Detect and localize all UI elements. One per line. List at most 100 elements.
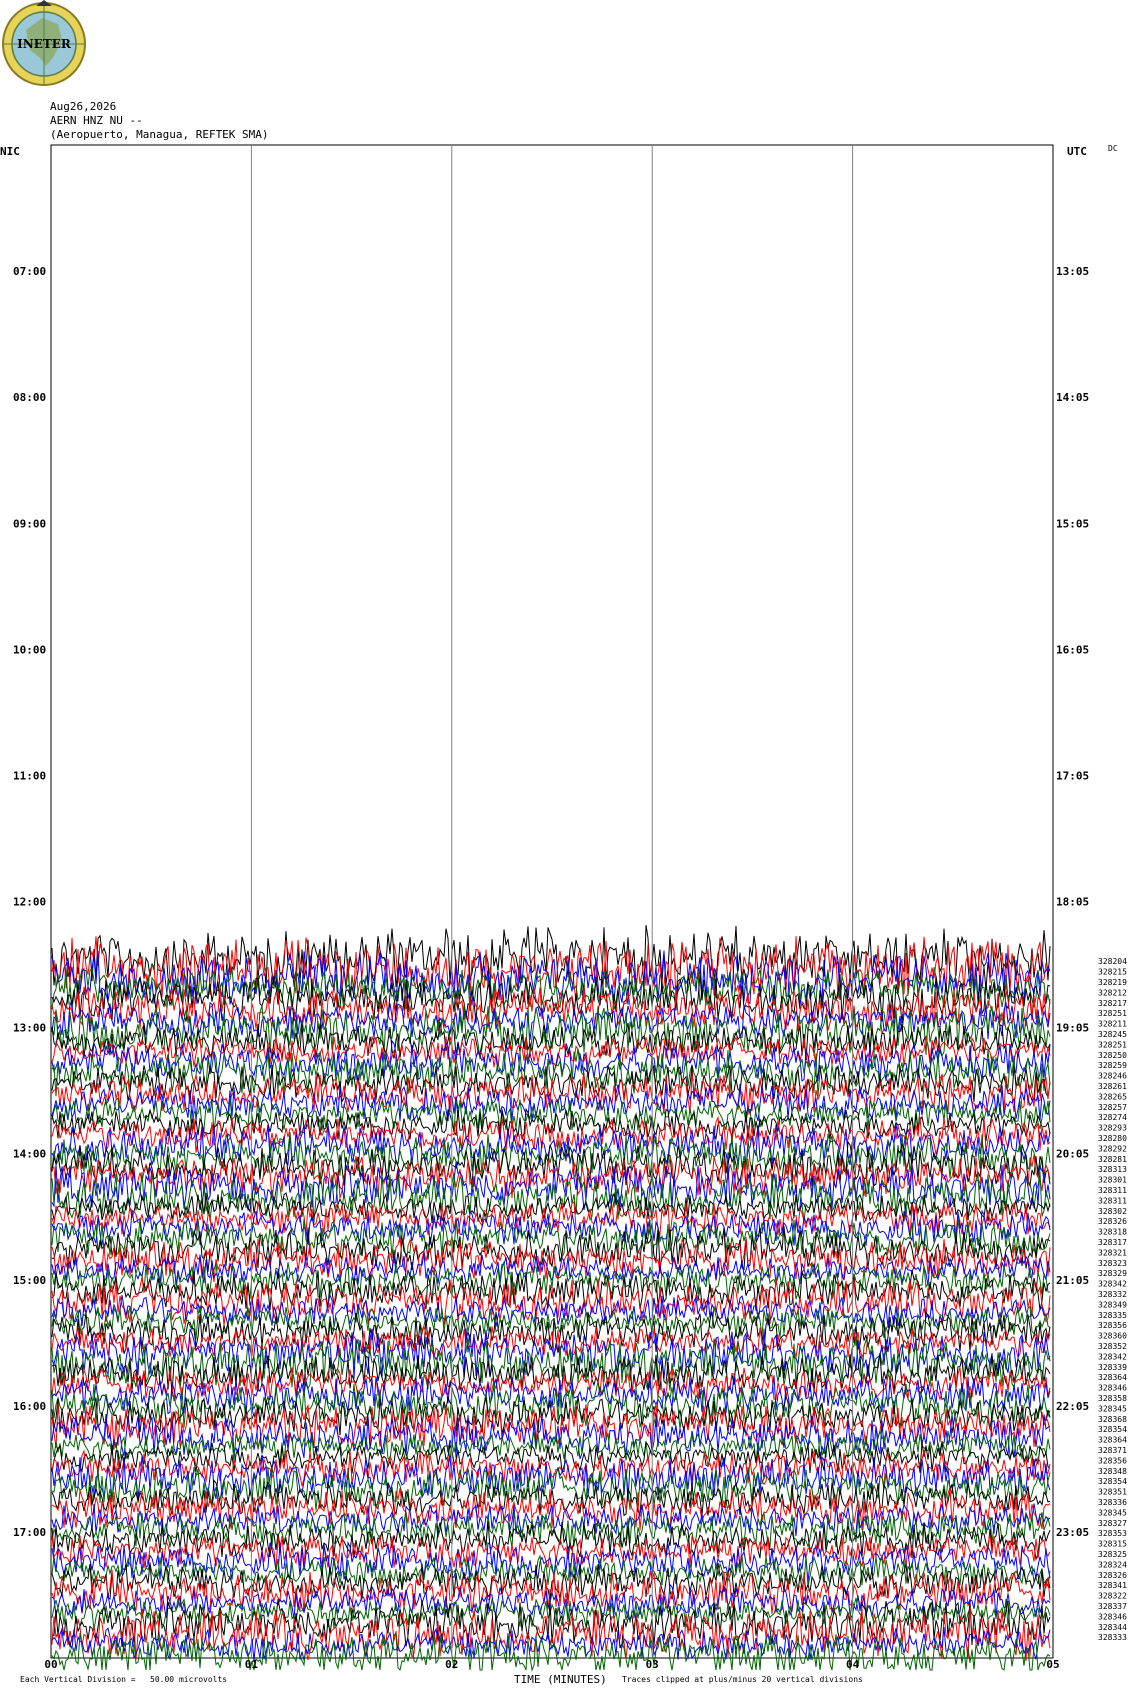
- dc-offset-label: 328251: [1098, 1040, 1127, 1049]
- dc-offset-label: 328345: [1098, 1404, 1127, 1413]
- dc-offset-label: 328322: [1098, 1592, 1127, 1601]
- seismic-traces: [51, 925, 1051, 1672]
- left-hour-label: 12:00: [13, 896, 46, 909]
- dc-offset-label: 328325: [1098, 1550, 1127, 1559]
- right-hour-label: 22:05: [1056, 1400, 1089, 1413]
- dc-offset-label: 328251: [1098, 1009, 1127, 1018]
- x-tick-label: 00: [44, 1658, 57, 1671]
- clip-note: Traces clipped at plus/minus 20 vertical…: [622, 1675, 863, 1684]
- dc-offset-label: 328219: [1098, 978, 1127, 987]
- left-hour-label: 14:00: [13, 1148, 46, 1161]
- dc-offset-label: 328345: [1098, 1508, 1127, 1517]
- x-tick-label: 02: [445, 1658, 458, 1671]
- dc-offset-label: 328250: [1098, 1051, 1127, 1060]
- dc-offset-label: 328257: [1098, 1103, 1127, 1112]
- right-hour-label: 17:05: [1056, 769, 1089, 782]
- right-hour-label: 16:05: [1056, 643, 1089, 656]
- dc-offset-label: 328341: [1098, 1581, 1127, 1590]
- dc-offset-label: 328246: [1098, 1072, 1127, 1081]
- left-hour-label: 17:00: [13, 1526, 46, 1539]
- trace-line: [51, 1503, 1051, 1538]
- left-hour-label: 07:00: [13, 265, 46, 278]
- dc-offset-label: 328332: [1098, 1290, 1127, 1299]
- left-hour-label: 15:00: [13, 1274, 46, 1287]
- dc-offset-label: 328313: [1098, 1165, 1127, 1174]
- dc-offset-label: 328356: [1098, 1321, 1127, 1330]
- right-hour-label: 20:05: [1056, 1148, 1089, 1161]
- dc-offset-label: 328364: [1098, 1373, 1127, 1382]
- dc-offset-label: 328344: [1098, 1623, 1127, 1632]
- dc-offset-label: 328261: [1098, 1082, 1127, 1091]
- dc-offset-label: 328212: [1098, 988, 1127, 997]
- right-hour-label: 23:05: [1056, 1526, 1089, 1539]
- dc-offset-label: 328245: [1098, 1030, 1127, 1039]
- dc-offset-label: 328327: [1098, 1519, 1127, 1528]
- dc-offset-label: 328317: [1098, 1238, 1127, 1247]
- dc-offset-label: 328356: [1098, 1456, 1127, 1465]
- dc-offset-label: 328323: [1098, 1259, 1127, 1268]
- right-hour-label: 18:05: [1056, 896, 1089, 909]
- dc-offset-label: 328349: [1098, 1300, 1127, 1309]
- left-hour-label: 16:00: [13, 1400, 46, 1413]
- right-hour-label: 14:05: [1056, 391, 1089, 404]
- plot-frame: [50, 144, 1054, 1659]
- right-hour-label: 19:05: [1056, 1022, 1089, 1035]
- dc-offset-label: 328352: [1098, 1342, 1127, 1351]
- dc-offset-label: 328335: [1098, 1311, 1127, 1320]
- dc-offset-label: 328360: [1098, 1332, 1127, 1341]
- dc-offset-label: 328326: [1098, 1217, 1127, 1226]
- dc-offset-label: 328351: [1098, 1488, 1127, 1497]
- dc-offset-label: 328293: [1098, 1124, 1127, 1133]
- dc-offset-label: 328324: [1098, 1560, 1127, 1569]
- dc-offset-label: 328342: [1098, 1280, 1127, 1289]
- x-tick-label: 04: [846, 1658, 860, 1671]
- right-hour-label: 13:05: [1056, 265, 1089, 278]
- left-hour-label: 09:00: [13, 517, 46, 530]
- dc-offset-label: 328301: [1098, 1176, 1127, 1185]
- scale-note: Each Vertical Division = 50.00 microvolt…: [20, 1675, 228, 1684]
- dc-offset-label: 328265: [1098, 1092, 1127, 1101]
- dc-offset-label: 328281: [1098, 1155, 1127, 1164]
- helicorder-plot: 00 01 02 03 04 05 07:00 08:00 09:00 10:00 11:00 12:…: [13, 144, 1127, 1672]
- dc-offset-label: 328354: [1098, 1425, 1127, 1434]
- left-hour-label: 13:00: [13, 1022, 46, 1035]
- dc-offset-label: 328364: [1098, 1436, 1127, 1445]
- dc-offset-label: 328315: [1098, 1540, 1127, 1549]
- dc-offset-label: 328346: [1098, 1384, 1127, 1393]
- dc-offset-label: 328302: [1098, 1207, 1127, 1216]
- dc-offset-label: 328354: [1098, 1477, 1127, 1486]
- dc-offset-label: 328321: [1098, 1248, 1127, 1257]
- dc-offset-label: 328333: [1098, 1633, 1127, 1642]
- left-hour-label: 08:00: [13, 391, 46, 404]
- dc-offset-label: 328259: [1098, 1061, 1127, 1070]
- dc-offset-label: 328346: [1098, 1612, 1127, 1621]
- left-hour-label: 11:00: [13, 769, 46, 782]
- dc-offset-label: 328274: [1098, 1113, 1127, 1122]
- dc-offset-label: 328280: [1098, 1134, 1127, 1143]
- dc-offset-label: 328204: [1098, 957, 1127, 966]
- left-hour-label: 10:00: [13, 643, 46, 656]
- dc-offset-label: 328358: [1098, 1394, 1127, 1403]
- dc-offset-label: 328318: [1098, 1228, 1127, 1237]
- dc-offset-label: 328215: [1098, 968, 1127, 977]
- dc-offset-label: 328368: [1098, 1415, 1127, 1424]
- x-tick-label: 05: [1046, 1658, 1059, 1671]
- x-tick-label: 01: [245, 1658, 259, 1671]
- dc-offset-label: 328342: [1098, 1352, 1127, 1361]
- dc-offset-label: 328336: [1098, 1498, 1127, 1507]
- right-hour-label: 15:05: [1056, 517, 1089, 530]
- dc-offset-label: 328337: [1098, 1602, 1127, 1611]
- x-tick-label: 03: [646, 1658, 659, 1671]
- dc-offset-label: 328311: [1098, 1186, 1127, 1195]
- dc-offset-label: 328339: [1098, 1363, 1127, 1372]
- right-hour-label: 21:05: [1056, 1274, 1089, 1287]
- dc-offset-label: 328329: [1098, 1269, 1127, 1278]
- dc-offset-label: 328311: [1098, 1196, 1127, 1205]
- dc-offset-label: 328326: [1098, 1571, 1127, 1580]
- x-axis-title: TIME (MINUTES): [514, 1673, 607, 1686]
- dc-offset-label: 328217: [1098, 999, 1127, 1008]
- dc-offset-label: 328211: [1098, 1020, 1127, 1029]
- dc-offset-label: 328348: [1098, 1467, 1127, 1476]
- dc-offset-label: 328353: [1098, 1529, 1127, 1538]
- dc-offset-label: 328371: [1098, 1446, 1127, 1455]
